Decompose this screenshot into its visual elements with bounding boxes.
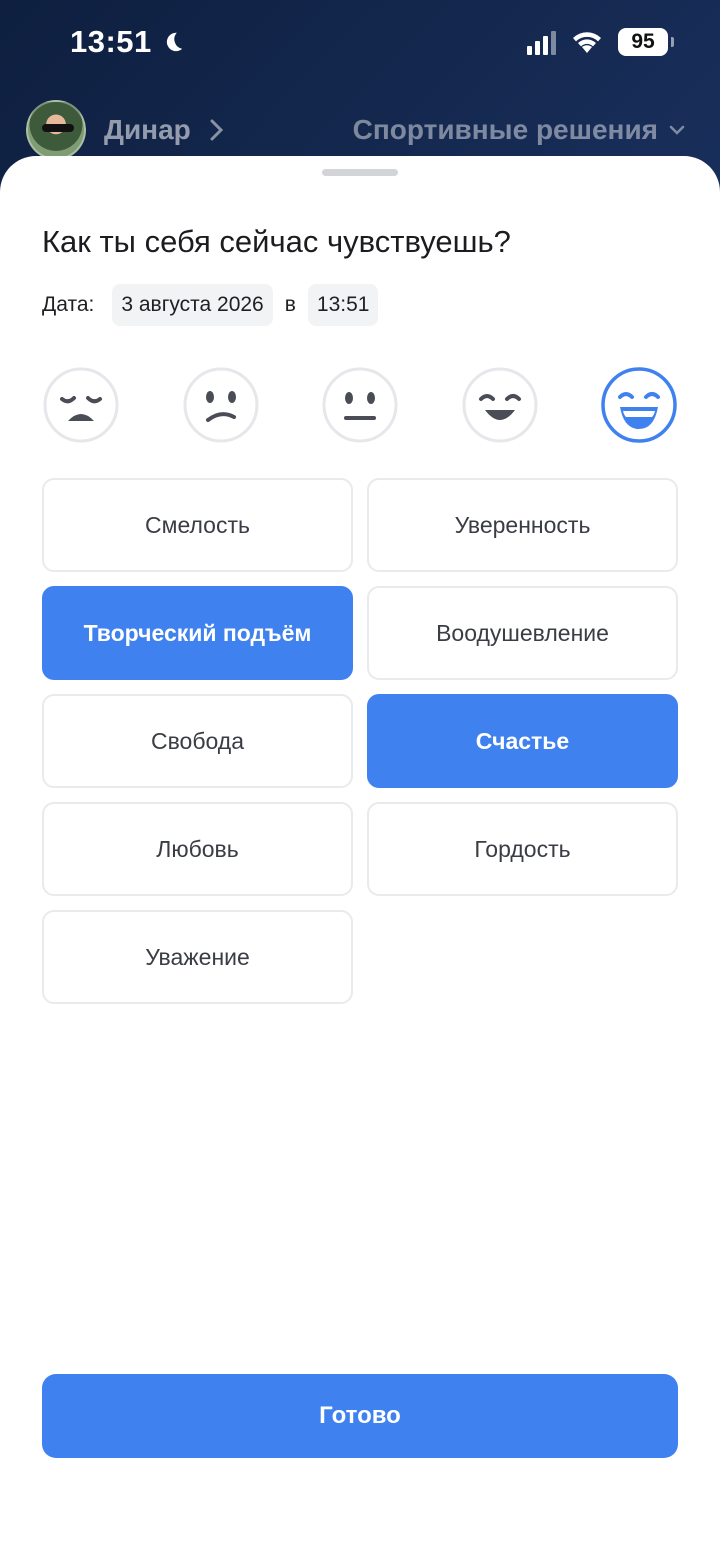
date-row: Дата: 3 августа 2026 в 13:51 [42,284,379,326]
mood-selector [42,366,678,444]
moon-icon [166,32,183,52]
date-picker[interactable]: 3 августа 2026 [112,284,273,326]
sad-face-icon[interactable] [182,366,260,444]
neutral-face-icon[interactable] [321,366,399,444]
very-happy-face-icon[interactable] [600,366,678,444]
very-sad-face-icon[interactable] [42,366,120,444]
tag-freedom[interactable]: Свобода [42,694,353,788]
app-header: Динар Спортивные решения [26,100,686,160]
status-time: 13:51 [70,24,186,60]
battery-icon: 95 [618,28,674,56]
tag-creative-boost[interactable]: Творческий подъём [42,586,353,680]
tag-happiness[interactable]: Счастье [367,694,678,788]
screen: 13:51 95 Динар Спортивные решения Как ты… [0,0,720,1558]
time-picker[interactable]: 13:51 [307,284,379,326]
tag-love[interactable]: Любовь [42,802,353,896]
happy-face-icon[interactable] [461,366,539,444]
sheet-grabber[interactable] [322,169,398,176]
tag-pride[interactable]: Гордость [367,802,678,896]
tag-inspiration[interactable]: Воодушевление [367,586,678,680]
chevron-down-icon [669,125,685,135]
project-name: Спортивные решения [352,114,658,145]
date-label: Дата: [42,293,95,316]
tag-respect[interactable]: Уважение [42,910,353,1004]
avatar [26,100,86,160]
tag-confidence[interactable]: Уверенность [367,478,678,572]
wifi-icon [573,32,601,53]
user-name: Динар [104,114,191,145]
mood-sheet: Как ты себя сейчас чувствуешь? Дата: 3 а… [0,156,720,1558]
project-selector[interactable]: Спортивные решения [353,114,686,146]
clock: 13:51 [70,24,152,59]
cellular-signal-icon [527,29,556,55]
at-label: в [284,293,296,316]
done-button[interactable]: Готово [42,1374,678,1458]
tag-courage[interactable]: Смелость [42,478,353,572]
emotion-tags: Смелость Уверенность Творческий подъём В… [42,478,678,1004]
user-switcher[interactable]: Динар [26,100,225,160]
chevron-right-icon [210,119,223,141]
sheet-title: Как ты себя сейчас чувствуешь? [42,224,511,259]
status-icons: 95 [527,28,674,56]
